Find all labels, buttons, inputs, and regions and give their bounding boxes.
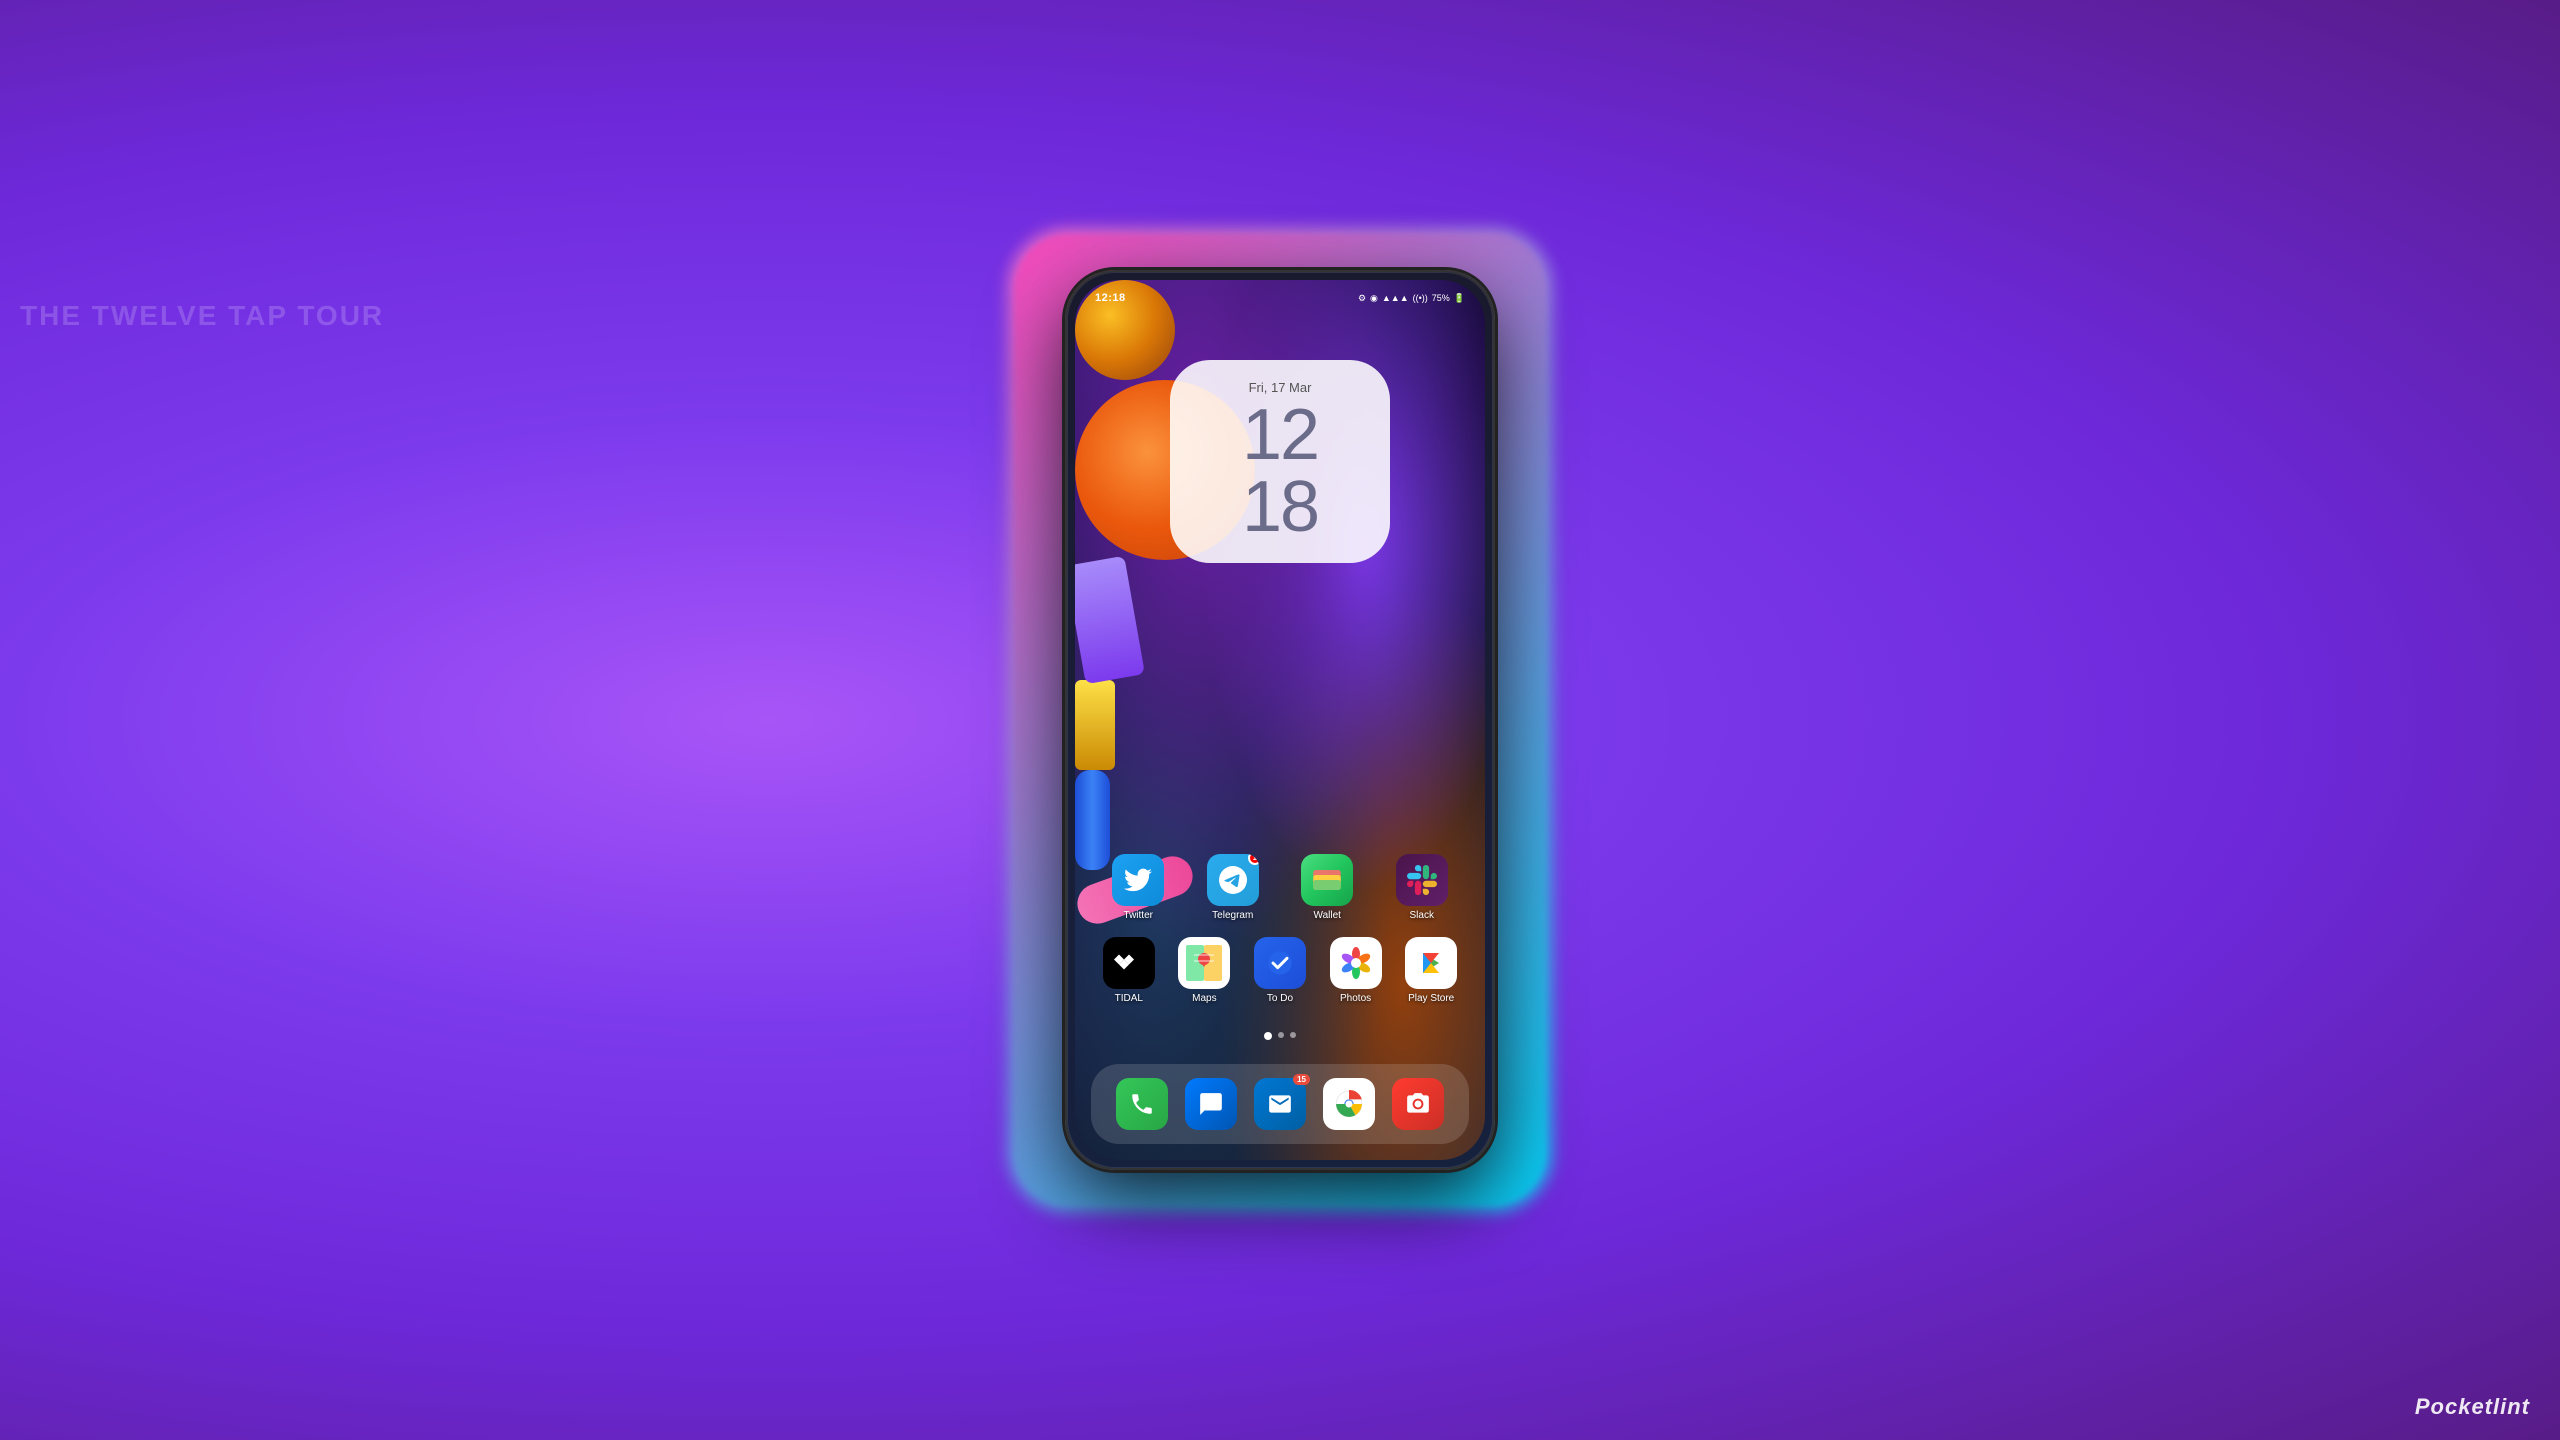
page-dot-3 [1290, 1032, 1296, 1038]
wp-rect-1 [1075, 556, 1145, 685]
slack-hash-icon [1407, 865, 1437, 895]
telegram-badge: 1 [1248, 854, 1259, 865]
message-bubble-icon [1198, 1091, 1224, 1117]
watermark-text: Pocketlint [2415, 1394, 2530, 1419]
maps-icon-img [1178, 937, 1230, 989]
app-row-2: TIDAL [1091, 937, 1469, 1004]
clock-hour: 12 [1242, 395, 1318, 475]
playstore-icon-img [1405, 937, 1457, 989]
clock-date: Fri, 17 Mar [1200, 380, 1360, 395]
photos-flower-icon [1339, 946, 1373, 980]
twitter-label: Twitter [1124, 910, 1153, 921]
photos-inner [1330, 937, 1382, 989]
todo-icon-img [1254, 937, 1306, 989]
playstore-label: Play Store [1408, 993, 1454, 1004]
settings-icon: ⚙ [1358, 293, 1366, 304]
app-telegram[interactable]: 1 Telegram [1197, 854, 1269, 921]
background-left: THE TWELVE TAP TOUR [0, 0, 500, 1440]
chrome-circle-icon [1335, 1090, 1363, 1118]
page-dots [1264, 1032, 1296, 1040]
app-grid: Twitter 1 Telegram [1075, 854, 1485, 1020]
telegram-icon-img: 1 [1207, 854, 1259, 906]
wallet-label: Wallet [1314, 910, 1341, 921]
watermark: Pocketlint [2415, 1394, 2530, 1420]
dock: 15 [1091, 1064, 1469, 1144]
slack-icon-img [1396, 854, 1448, 906]
clock-widget: Fri, 17 Mar 12 18 [1170, 360, 1390, 563]
telegram-label: Telegram [1212, 910, 1253, 921]
dock-outlook[interactable]: 15 [1254, 1078, 1306, 1130]
signal-icon: ▲▲▲ [1382, 293, 1409, 303]
wifi-icon: ((•)) [1413, 293, 1428, 303]
app-playstore[interactable]: Play Store [1395, 937, 1467, 1004]
bg-text: THE TWELVE TAP TOUR [20, 300, 384, 332]
maps-map-icon [1186, 945, 1222, 981]
phone-body: 12:18 ⚙ ◉ ▲▲▲ ((•)) 75% 🔋 Fri, 17 Mar 12… [1065, 270, 1495, 1170]
telegram-plane-icon [1219, 866, 1247, 894]
tidal-icon-img [1103, 937, 1155, 989]
outlook-envelope-icon [1267, 1091, 1293, 1117]
app-slack[interactable]: Slack [1386, 854, 1458, 921]
page-dot-2 [1278, 1032, 1284, 1038]
dock-chrome[interactable] [1323, 1078, 1375, 1130]
tidal-label: TIDAL [1115, 993, 1143, 1004]
page-dot-1 [1264, 1032, 1272, 1040]
twitter-bird-icon [1124, 868, 1152, 892]
dock-camera[interactable] [1392, 1078, 1444, 1130]
app-tidal[interactable]: TIDAL [1093, 937, 1165, 1004]
app-wallet[interactable]: Wallet [1291, 854, 1363, 921]
twitter-icon-img [1112, 854, 1164, 906]
battery-icon: 🔋 [1454, 293, 1465, 304]
tidal-wave-icon [1114, 952, 1144, 974]
wallet-icon-img [1301, 854, 1353, 906]
app-maps[interactable]: Maps [1168, 937, 1240, 1004]
status-time: 12:18 [1095, 292, 1126, 304]
phone-screen: 12:18 ⚙ ◉ ▲▲▲ ((•)) 75% 🔋 Fri, 17 Mar 12… [1075, 280, 1485, 1160]
todo-checkmark-icon [1266, 949, 1294, 977]
photos-icon-img [1330, 937, 1382, 989]
playstore-triangle-icon [1415, 947, 1447, 979]
camera-lens-icon [1405, 1091, 1431, 1117]
clock-time: 12 18 [1200, 399, 1360, 543]
dock-messages[interactable] [1185, 1078, 1237, 1130]
app-photos[interactable]: Photos [1320, 937, 1392, 1004]
photos-label: Photos [1340, 993, 1371, 1004]
status-bar: 12:18 ⚙ ◉ ▲▲▲ ((•)) 75% 🔋 [1075, 280, 1485, 316]
clock-minute: 18 [1242, 467, 1318, 547]
slack-label: Slack [1410, 910, 1434, 921]
phone-call-icon [1129, 1091, 1155, 1117]
status-icons: ⚙ ◉ ▲▲▲ ((•)) 75% 🔋 [1358, 293, 1465, 304]
app-row-1: Twitter 1 Telegram [1091, 854, 1469, 921]
battery-text: 75% [1432, 293, 1450, 303]
location-icon: ◉ [1370, 293, 1378, 304]
outlook-badge: 15 [1293, 1074, 1310, 1085]
phone-shell: 12:18 ⚙ ◉ ▲▲▲ ((•)) 75% 🔋 Fri, 17 Mar 12… [1065, 270, 1495, 1170]
dock-phone[interactable] [1116, 1078, 1168, 1130]
todo-label: To Do [1267, 993, 1293, 1004]
wp-rect-2 [1075, 680, 1115, 770]
app-twitter[interactable]: Twitter [1102, 854, 1174, 921]
wallet-cards-icon [1312, 868, 1342, 892]
maps-label: Maps [1192, 993, 1216, 1004]
app-todo[interactable]: To Do [1244, 937, 1316, 1004]
